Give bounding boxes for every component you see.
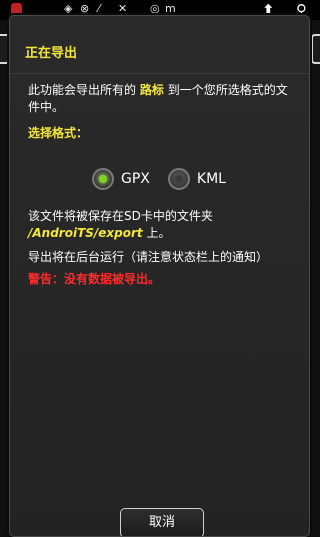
save-path: /AndroiTS/export — [28, 226, 143, 240]
radio-option-kml[interactable]: KML — [167, 168, 226, 190]
signal-icon: ⁄ — [98, 2, 100, 15]
format-section-label: 选择格式： — [28, 126, 89, 140]
radio-button-kml[interactable] — [167, 168, 190, 190]
gps-fix-icon: ◎ — [150, 2, 160, 15]
save-after: 上。 — [146, 226, 171, 240]
radio-option-gpx[interactable]: GPX — [92, 168, 150, 190]
cancel-button[interactable]: 取消 — [120, 508, 204, 536]
warning-text: 警告：没有数据被导出。 — [28, 272, 161, 286]
background-note: 导出将在后台运行（请注意状态栏上的通知） — [28, 250, 269, 264]
save-location-text: 该文件将被保存在SD卡中的文件夹 /AndroiTS/export 上。 — [28, 208, 296, 242]
satellite-icon: ✕ — [118, 2, 128, 15]
radio-label-gpx: GPX — [121, 171, 150, 187]
radio-label-kml: KML — [196, 171, 226, 187]
status-label: m — [165, 2, 176, 15]
format-radio-group: GPX KML — [92, 164, 244, 194]
background-right-button — [311, 34, 320, 64]
radio-button-gpx[interactable] — [92, 168, 114, 190]
dialog-title: 正在导出 — [25, 46, 78, 61]
intro-before: 此功能会导出所有的 — [28, 83, 137, 97]
save-before: 该文件将被保存在SD卡中的文件夹 — [28, 209, 213, 223]
compass-icon: ⊗ — [80, 2, 90, 15]
gps-icon: ◈ — [64, 2, 73, 15]
export-dialog: 正在导出 此功能会导出所有的 路标 到一个您所选格式的文件中。 选择格式： GP… — [9, 15, 310, 537]
intro-text: 此功能会导出所有的 路标 到一个您所选格式的文件中。 — [28, 82, 296, 116]
intro-highlight: 路标 — [139, 83, 164, 97]
title-divider — [10, 73, 309, 74]
